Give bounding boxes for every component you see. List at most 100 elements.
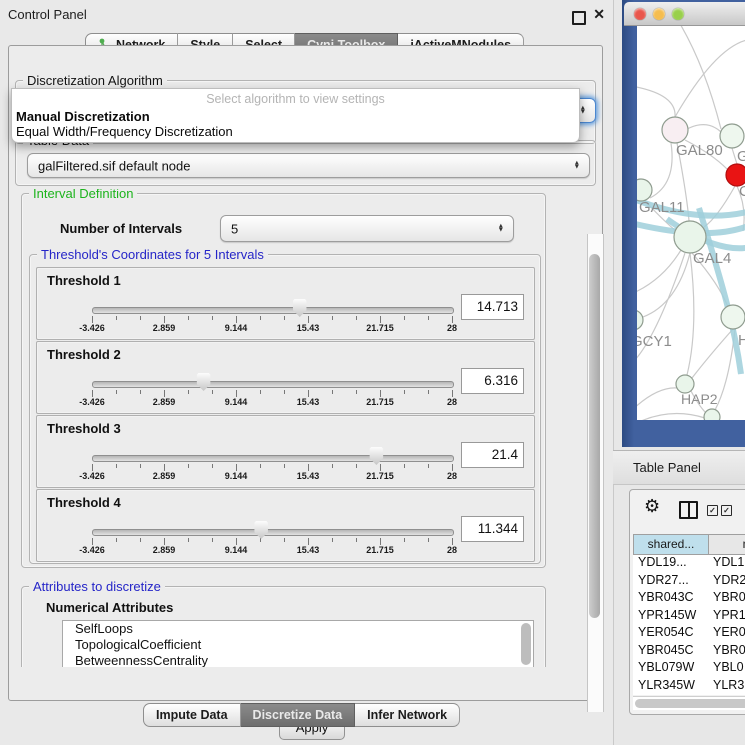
table-row[interactable]: YDL19...YDL1 — [633, 555, 745, 573]
tab-content-panel: Discretization Algorithm ▲▼ Table Data g… — [8, 45, 603, 701]
network-node[interactable] — [637, 310, 643, 330]
attribute-list-item[interactable]: TopologicalCoefficient — [63, 637, 533, 653]
cell-shared-name: YPR145W — [633, 608, 707, 626]
slider-track[interactable] — [92, 529, 454, 536]
slider-tick-label: 15.43 — [283, 323, 333, 333]
slider-track[interactable] — [92, 381, 454, 388]
attribute-list-item[interactable]: BetweennessCentrality — [63, 653, 533, 667]
table-data-group: Table Data galFiltered.sif default node … — [15, 140, 596, 186]
checkbox-icon[interactable]: ✓ — [707, 505, 718, 516]
stepper-arrows-icon: ▲▼ — [580, 106, 586, 115]
node-table-header: shared... na — [633, 534, 745, 555]
slider-tick-label: 28 — [427, 397, 477, 407]
tab-label: Discretize Data — [253, 708, 343, 722]
algorithm-option[interactable]: Equal Width/Frequency Discretization — [16, 124, 233, 139]
threshold-value-field[interactable]: 11.344 — [461, 516, 524, 542]
slider-tick — [404, 390, 405, 394]
slider-handle[interactable] — [196, 373, 211, 391]
node-label: GAL11 — [639, 199, 685, 216]
slider-tick — [188, 316, 189, 320]
table-hscrollbar[interactable] — [633, 696, 745, 710]
slider-handle[interactable] — [254, 521, 269, 539]
slider-tick — [356, 464, 357, 468]
column-header-name[interactable]: na — [709, 535, 745, 554]
gear-icon[interactable]: ⚙ — [644, 496, 660, 517]
float-window-icon[interactable] — [572, 11, 586, 25]
network-node[interactable] — [720, 124, 744, 148]
slider-tick-label: 9.144 — [211, 471, 261, 481]
slider-tick-label: 21.715 — [355, 545, 405, 555]
table-panel-header: Table Panel — [613, 450, 745, 485]
network-node[interactable] — [704, 409, 720, 420]
red-traffic-light-icon[interactable] — [634, 8, 646, 20]
green-traffic-light-icon[interactable] — [672, 8, 684, 20]
threshold-value-field[interactable]: 14.713 — [461, 294, 524, 320]
slider-tick — [164, 390, 165, 397]
table-row[interactable]: YER054CYER0 — [633, 625, 745, 643]
network-node[interactable] — [721, 305, 745, 329]
slider-tick — [212, 464, 213, 468]
slider-tick — [212, 316, 213, 320]
thresholds-group: Threshold's Coordinates for 5 Intervals … — [29, 254, 541, 564]
table-hscrollbar-thumb[interactable] — [635, 699, 745, 708]
list-scrollbar-thumb[interactable] — [521, 623, 531, 665]
node-label: GA — [737, 148, 745, 165]
threshold-label: Threshold 2 — [47, 347, 121, 362]
table-data-combobox[interactable]: galFiltered.sif default node ▲▼ — [27, 153, 590, 178]
column-header-shared-name[interactable]: shared... — [634, 535, 709, 554]
slider-tick — [188, 538, 189, 542]
slider-tick — [452, 538, 453, 545]
network-edge — [637, 414, 705, 421]
network-edge — [643, 253, 690, 317]
slider-tick — [212, 390, 213, 394]
slider-tick — [92, 464, 93, 471]
slider-tick — [356, 316, 357, 320]
table-row[interactable]: YBR045CYBR0 — [633, 643, 745, 661]
slider-tick — [452, 464, 453, 471]
slider-handle[interactable] — [292, 299, 307, 317]
network-node[interactable] — [637, 179, 652, 201]
slider-tick — [116, 390, 117, 394]
table-row[interactable]: YBR043CYBR0 — [633, 590, 745, 608]
table-row[interactable]: YDR27...YDR2 — [633, 573, 745, 591]
split-columns-icon[interactable] — [679, 501, 698, 519]
node-label: GAL4 — [693, 250, 731, 267]
slider-tick — [308, 464, 309, 471]
panel-scrollbar-thumb[interactable] — [589, 254, 600, 618]
network-node[interactable] — [674, 221, 706, 253]
tab-impute-data[interactable]: Impute Data — [143, 703, 241, 727]
threshold-value-field[interactable]: 6.316 — [461, 368, 524, 394]
algorithm-option[interactable]: Manual Discretization — [16, 109, 150, 124]
number-of-intervals-combobox[interactable]: 5 ▲▼ — [220, 215, 514, 242]
slider-tick — [404, 538, 405, 542]
network-graph: GAL80GACGAL11GAL4GCY1HHAP2 — [637, 26, 745, 420]
interval-definition-label: Interval Definition — [29, 189, 137, 201]
table-row[interactable]: YBL079WYBL0 — [633, 660, 745, 678]
yellow-traffic-light-icon[interactable] — [653, 8, 665, 20]
threshold-value-field[interactable]: 21.4 — [461, 442, 524, 468]
stepper-arrows-icon: ▲▼ — [498, 224, 504, 233]
numerical-attributes-list[interactable]: SelfLoopsTopologicalCoefficientBetweenne… — [62, 620, 534, 667]
tab-discretize-data[interactable]: Discretize Data — [241, 703, 356, 727]
slider-tick-label: 15.43 — [283, 545, 333, 555]
slider-tick — [140, 538, 141, 542]
slider-handle[interactable] — [369, 447, 384, 465]
slider-tick — [332, 390, 333, 394]
threshold-label: Threshold 1 — [47, 273, 121, 288]
slider-track[interactable] — [92, 307, 454, 314]
network-window-titlebar[interactable] — [624, 2, 745, 26]
table-row[interactable]: YLR345WYLR3 — [633, 678, 745, 696]
attribute-list-item[interactable]: SelfLoops — [63, 621, 533, 637]
table-data-value: galFiltered.sif default node — [38, 158, 190, 173]
tab-infer-network[interactable]: Infer Network — [355, 703, 460, 727]
network-canvas[interactable]: GAL80GACGAL11GAL4GCY1HHAP2 — [637, 26, 745, 420]
table-row[interactable]: YPR145WYPR1 — [633, 608, 745, 626]
slider-tick — [236, 464, 237, 471]
checkbox-icon[interactable]: ✓ — [721, 505, 732, 516]
network-edge — [637, 86, 675, 117]
slider-tick-label: 21.715 — [355, 397, 405, 407]
close-icon[interactable]: ✕ — [593, 6, 605, 23]
network-node[interactable] — [662, 117, 688, 143]
slider-tick-label: 9.144 — [211, 323, 261, 333]
slider-track[interactable] — [92, 455, 454, 462]
